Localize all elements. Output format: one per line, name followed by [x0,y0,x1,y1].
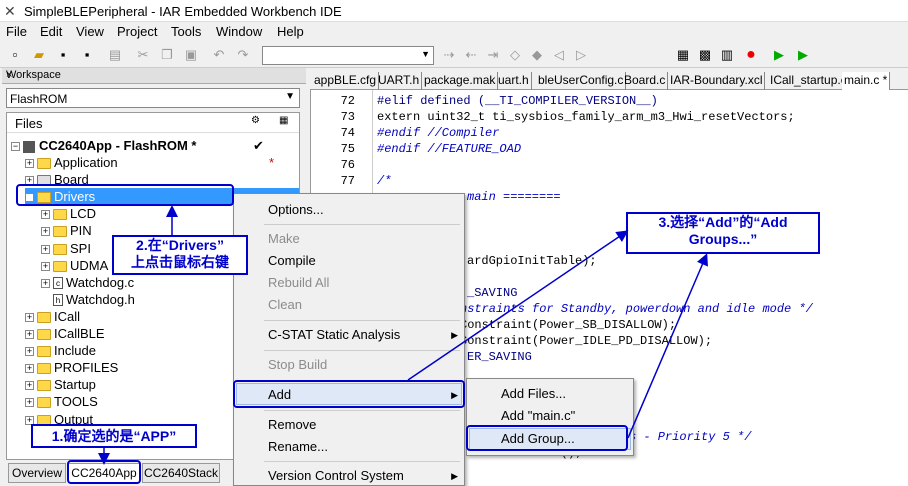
arrow-step-3-add [407,230,629,381]
arrow-step-3-add-group [627,253,708,439]
annotation-arrows [98,205,708,465]
